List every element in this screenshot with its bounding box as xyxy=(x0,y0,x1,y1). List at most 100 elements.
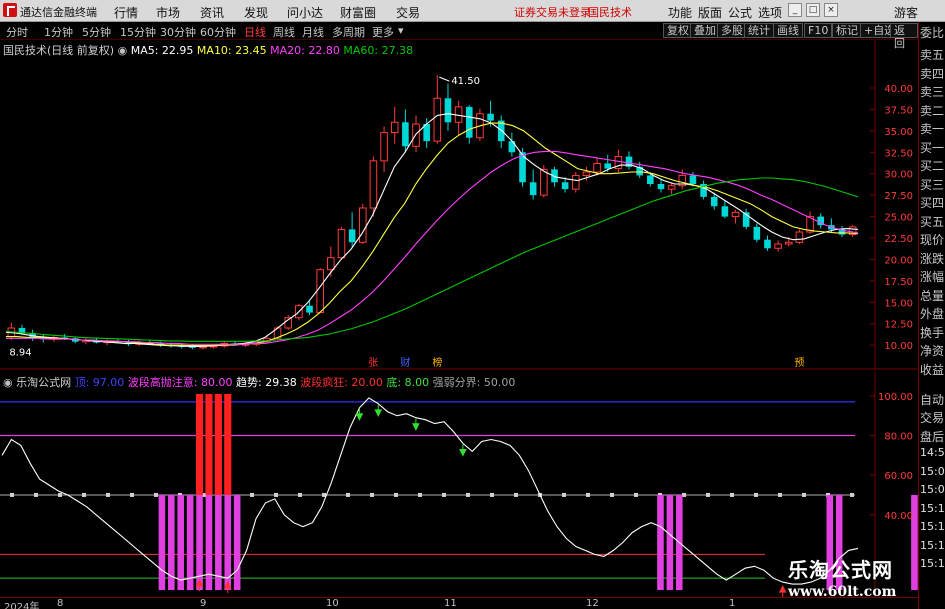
candle-body-down xyxy=(189,346,196,348)
back-button[interactable]: 返回 xyxy=(890,23,918,50)
period-multi[interactable]: 多周期 xyxy=(332,24,365,40)
menu-quotes[interactable]: 行情 xyxy=(114,4,138,21)
quote-label: 卖五 xyxy=(920,48,945,62)
candle-body-up xyxy=(390,121,399,134)
quote-label: 总量 xyxy=(920,288,945,303)
quote-label: 14:57 xyxy=(920,446,945,459)
divide-level-dot xyxy=(778,492,782,497)
mark-button[interactable]: 标记 xyxy=(832,23,862,38)
chevron-down-icon[interactable]: ▾ xyxy=(398,24,404,37)
period-timeshare[interactable]: 分时 xyxy=(6,24,28,40)
red-signal-bar xyxy=(214,393,222,495)
period-30min[interactable]: 30分钟 xyxy=(160,24,196,40)
kline-svg[interactable]: 40.00 37.50 35.00 32.50 30.00 27.50 25.00 22.50… xyxy=(0,40,918,370)
candle-body-up xyxy=(316,269,324,314)
price-tick-label: 37.50 xyxy=(884,105,913,116)
quote-label: 15:00 xyxy=(920,483,945,496)
quote-label: 买一 xyxy=(920,140,945,155)
menu-discover[interactable]: 发现 xyxy=(244,4,268,21)
divide-level-dot xyxy=(370,492,374,497)
period-daily[interactable]: 日线 xyxy=(244,24,266,40)
minimize-icon[interactable]: _ xyxy=(788,3,802,17)
draw-line-button[interactable]: 画线 xyxy=(773,23,803,38)
stock-title: 国民技术(日线 前复权) xyxy=(3,44,115,57)
adjust-button[interactable]: 复权 xyxy=(663,23,693,38)
quote-label: 收益 xyxy=(920,362,945,377)
warn-level-label: 波段高抛注意: 80.00 xyxy=(127,376,233,389)
magenta-signal-bar xyxy=(205,494,213,591)
overlay-button[interactable]: 叠加 xyxy=(690,23,720,38)
divide-level-dot xyxy=(34,492,38,497)
candle-body-up xyxy=(731,211,740,218)
price-tick-label: 27.50 xyxy=(884,191,913,202)
candle-body-down xyxy=(753,226,761,240)
candle-body-up xyxy=(582,171,591,176)
period-60min[interactable]: 60分钟 xyxy=(200,24,236,40)
bottom-level-label: 底: 8.00 xyxy=(386,376,430,389)
period-15min[interactable]: 15分钟 xyxy=(120,24,156,40)
divide-level-dot xyxy=(514,492,518,497)
event-marker: 财 xyxy=(400,356,410,369)
ma20-line xyxy=(6,150,859,345)
quote-label: 15:00 xyxy=(920,464,945,478)
event-marker: 预 xyxy=(794,357,804,369)
login-warning[interactable]: 证券交易未登录 xyxy=(514,4,591,20)
divide-level-dot xyxy=(850,492,854,497)
menu-news[interactable]: 资讯 xyxy=(200,4,224,21)
divide-level-dot xyxy=(298,492,302,497)
current-stock-label: 国民技术 xyxy=(588,6,632,19)
ma60-line xyxy=(5,177,859,342)
candle-body-down xyxy=(721,206,729,217)
divide-level-dot xyxy=(730,492,734,497)
price-tick-label: 20.00 xyxy=(884,255,913,266)
period-monthly[interactable]: 月线 xyxy=(302,24,324,40)
menu-trade[interactable]: 交易 xyxy=(396,4,420,21)
divide-level-dot xyxy=(706,492,710,497)
menu-functions[interactable]: 功能 xyxy=(668,4,692,21)
divide-level-dot xyxy=(154,492,158,497)
maximize-icon[interactable]: □ xyxy=(806,3,820,17)
f10-button[interactable]: F10 xyxy=(804,23,833,38)
price-tick-label: 30.00 xyxy=(884,170,913,181)
quote-label: 盘后 xyxy=(920,429,945,444)
period-more[interactable]: 更多 xyxy=(372,24,394,40)
quote-label: 买三 xyxy=(920,177,945,192)
period-weekly[interactable]: 周线 xyxy=(273,24,295,40)
user-name[interactable]: 游客 xyxy=(894,4,918,21)
close-icon[interactable]: × xyxy=(824,3,838,17)
indicator-toggle-icon[interactable]: ◉ xyxy=(3,376,13,389)
menu-assistant[interactable]: 问小达 xyxy=(287,4,323,21)
sell-arrow-icon xyxy=(355,408,364,421)
legend-toggle-icon[interactable]: ◉ xyxy=(118,44,128,57)
candle-body-down xyxy=(561,182,569,190)
period-1min[interactable]: 1分钟 xyxy=(44,24,73,40)
stats-button[interactable]: 统计 xyxy=(744,23,774,38)
magenta-signal-bar xyxy=(233,494,241,591)
candle-body-down xyxy=(710,196,718,207)
quote-label: 涨幅 xyxy=(920,270,945,284)
candle-body-down xyxy=(604,163,612,169)
divide-level-dot xyxy=(346,492,350,497)
menu-market[interactable]: 市场 xyxy=(156,4,180,21)
candle-body-down xyxy=(764,239,771,249)
divide-level-dot xyxy=(82,492,86,497)
menu-wealth-circle[interactable]: 财富圈 xyxy=(340,4,376,21)
period-5min[interactable]: 5分钟 xyxy=(82,24,111,40)
event-marker: 张 xyxy=(368,357,378,369)
menu-layout[interactable]: 版面 xyxy=(698,4,722,21)
ma10-label: MA10: 23.45 xyxy=(196,44,267,57)
menu-options[interactable]: 选项 xyxy=(758,4,782,21)
ma5-label: MA5: 22.95 xyxy=(130,44,194,57)
kline-chart[interactable]: 40.00 37.50 35.00 32.50 30.00 27.50 25.00 22.50… xyxy=(0,40,918,370)
x-label-oct: 10 xyxy=(326,598,339,609)
price-tick-label: 22.50 xyxy=(884,234,913,245)
multi-stock-button[interactable]: 多股 xyxy=(717,23,747,38)
indicator-tick-label: 100.00 xyxy=(878,392,913,403)
divide-level-dot xyxy=(250,492,254,497)
divide-level-dot xyxy=(490,492,494,497)
magenta-signal-bar xyxy=(666,494,674,591)
menu-formula[interactable]: 公式 xyxy=(728,4,752,21)
kline-legend: 国民技术(日线 前复权) ◉ MA5: 22.95 MA10: 23.45 MA… xyxy=(3,42,413,58)
candle-body-down xyxy=(657,184,665,190)
quote-label: 自动 xyxy=(920,392,945,407)
